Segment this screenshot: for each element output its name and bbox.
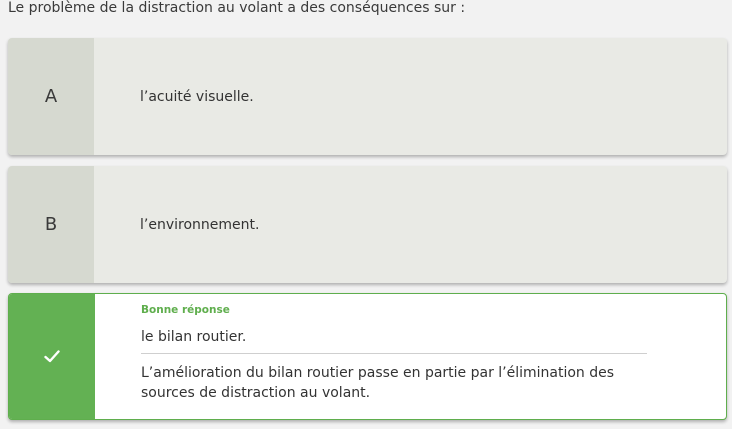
answer-letter-a: A (8, 38, 94, 155)
correct-status-label: Bonne réponse (141, 304, 230, 316)
answer-text-a: l’acuité visuelle. (140, 88, 254, 105)
answer-option-correct[interactable]: Bonne réponse le bilan routier. L’amélio… (8, 293, 727, 420)
answer-letter-b: B (8, 166, 94, 283)
correct-indicator (9, 294, 95, 419)
answer-option-a[interactable]: A l’acuité visuelle. (8, 38, 727, 155)
answer-explanation: L’amélioration du bilan routier passe en… (141, 365, 615, 401)
answer-option-b[interactable]: B l’environnement. (8, 166, 727, 283)
answer-text-correct: le bilan routier. (141, 329, 247, 345)
question-text: Le problème de la distraction au volant … (8, 0, 466, 16)
checkmark-icon (44, 350, 60, 363)
divider (141, 353, 647, 354)
answer-text-b: l’environnement. (140, 216, 260, 233)
